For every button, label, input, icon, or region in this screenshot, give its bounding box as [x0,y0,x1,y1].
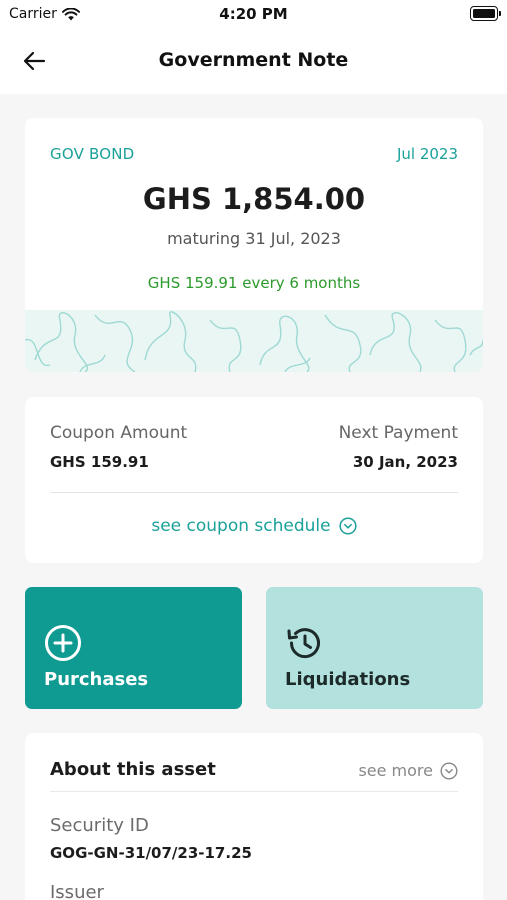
see-coupon-schedule-label: see coupon schedule [151,516,331,536]
bond-type-label: GOV BOND [50,145,135,163]
status-bar: Carrier 4:20 PM [0,0,507,28]
about-asset-card: About this asset see more Security ID GO… [25,733,483,900]
divider [50,791,458,792]
security-id-label: Security ID [50,815,149,836]
liquidations-button[interactable]: Liquidations [266,587,483,709]
chevron-down-circle-icon [440,761,458,780]
purchases-button[interactable]: Purchases [25,587,242,709]
liquidations-label: Liquidations [285,669,411,690]
maturity-text: maturing 31 Jul, 2023 [167,229,341,248]
status-time: 4:20 PM [219,5,288,23]
bond-date-label: Jul 2023 [396,145,458,163]
battery-icon [470,6,501,21]
divider [50,492,458,493]
navigation-bar: Government Note [0,28,507,94]
decorative-pattern [25,310,483,372]
plus-circle-icon [45,625,81,661]
see-more-button[interactable]: see more [358,761,458,780]
next-payment-label: Next Payment [338,423,458,443]
coupon-amount-label: Coupon Amount [50,423,188,443]
issuer-label: Issuer [50,882,104,900]
history-icon [287,628,320,659]
page-title: Government Note [158,49,349,71]
coupon-amount-value: GHS 159.91 [50,453,149,471]
next-payment-value: 30 Jan, 2023 [352,453,458,471]
coupon-card: Coupon Amount Next Payment GHS 159.91 30… [25,397,483,563]
bond-summary-card: GOV BOND Jul 2023 GHS 1,854.00 maturing … [25,118,483,372]
chevron-down-circle-icon [339,517,357,535]
purchases-label: Purchases [44,669,149,690]
about-title: About this asset [50,759,216,780]
coupon-frequency-text: GHS 159.91 every 6 months [147,274,361,292]
see-more-label: see more [358,761,433,780]
bond-amount: GHS 1,854.00 [142,182,366,216]
security-id-value: GOG-GN-31/07/23-17.25 [50,844,252,862]
see-coupon-schedule-link[interactable]: see coupon schedule [25,516,483,536]
